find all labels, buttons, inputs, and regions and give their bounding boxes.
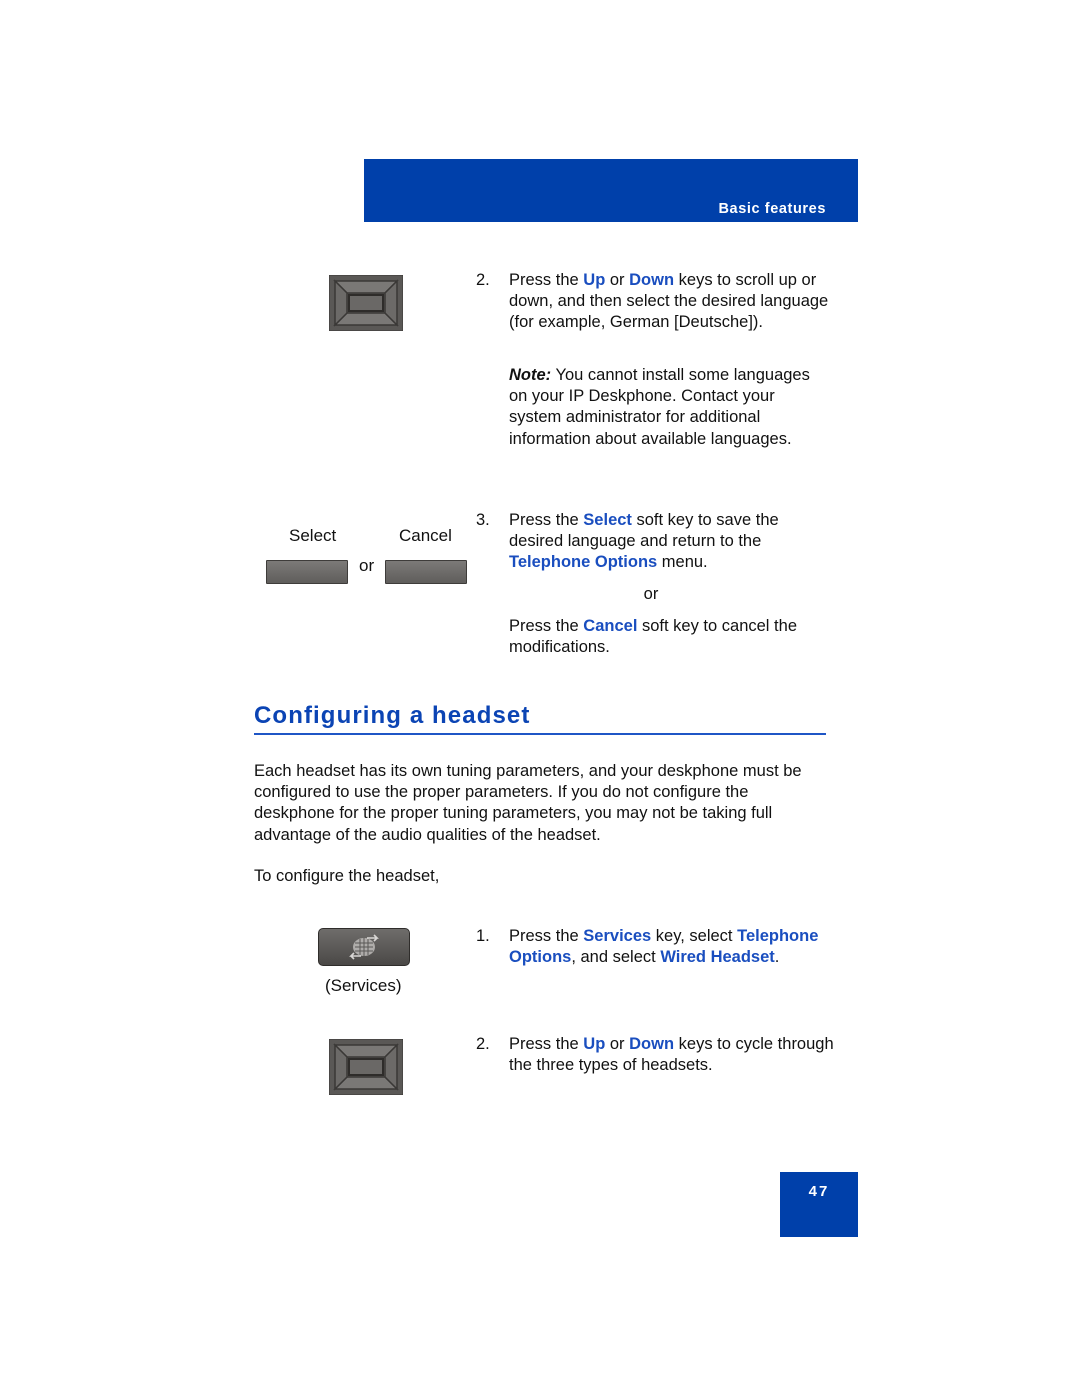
services-caption: (Services) [325,976,402,995]
services-key-icon [318,928,410,966]
select-softkey-icon [266,560,348,584]
headset-step-1: 1. Press the Services key, select Teleph… [476,927,819,967]
up-key-ref: Up [583,271,606,289]
services-key-ref: Services [583,927,652,945]
cancel-softkey-label: Cancel [399,526,452,545]
note-label: Note: [509,366,552,384]
headset-step-2: 2. Press the Up or Down keys to cycle th… [476,1035,834,1075]
note: Note: You cannot install some languages … [509,366,810,448]
up-key-ref: Up [583,1035,606,1053]
select-key-ref: Select [583,511,632,529]
heading-divider [254,733,826,735]
intro-paragraph: Each headset has its own tuning paramete… [254,762,802,844]
cancel-instruction: Press the Cancel soft key to cancel the … [509,617,797,657]
cancel-key-ref: Cancel [583,617,638,635]
page-number: 47 [808,1183,830,1200]
language-step-2: 2. Press the Up or Down keys to scroll u… [476,271,829,332]
page-number-box: 47 [780,1172,858,1237]
telephone-options-ref: Telephone Options [509,553,658,572]
section-title: Configuring a headset [254,702,531,729]
or-separator: or [643,585,659,603]
navigation-cluster-icon [328,1038,404,1096]
language-step-3: 3. Press the Select soft key to save the… [476,511,779,572]
navigation-cluster-icon [328,274,404,332]
section-label: Basic features [718,201,826,217]
wired-headset-ref: Wired Headset [660,948,775,967]
select-softkey-label: Select [289,526,337,545]
lead-in: To configure the headset, [254,867,440,885]
cancel-softkey-icon [385,560,467,584]
header-band: Basic features [364,159,858,222]
down-key-ref: Down [629,1035,675,1053]
softkey-or-label: or [359,556,375,575]
down-key-ref: Down [629,271,675,289]
